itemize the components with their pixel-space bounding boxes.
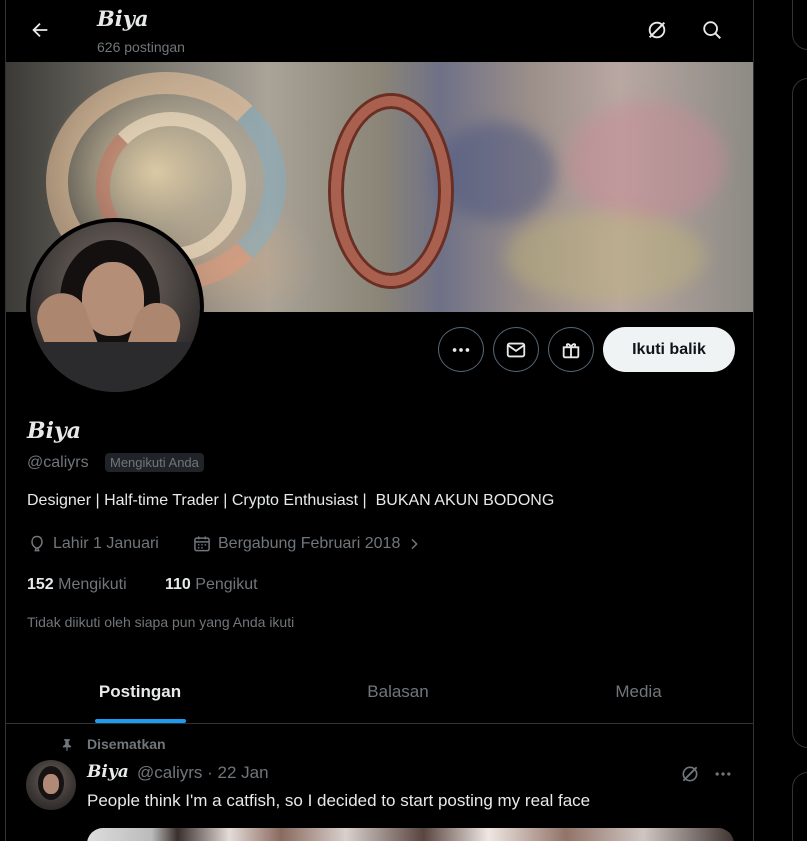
search-icon [703, 21, 721, 39]
post-avatar[interactable] [26, 760, 76, 810]
chevron-right-icon [411, 538, 419, 550]
balloon-icon [31, 535, 43, 552]
post-grok-button[interactable] [678, 762, 702, 786]
gift-icon [562, 342, 580, 358]
profile-avatar[interactable] [26, 218, 204, 396]
mirror-frame [331, 96, 451, 286]
search-button[interactable] [694, 12, 730, 48]
profile-name: Biya [27, 418, 81, 444]
profile-handle: @caliyrs [27, 454, 89, 471]
right-card-bottom [792, 772, 807, 841]
followers-link[interactable]: 110 Pengikut [165, 576, 258, 594]
back-button[interactable] [22, 12, 58, 48]
more-icon [452, 347, 470, 352]
grok-button[interactable] [639, 12, 675, 48]
tab-media[interactable]: Media [522, 660, 753, 723]
pinned-label: Disematkan [87, 736, 166, 752]
joined-text: Bergabung Februari 2018 [218, 535, 401, 552]
post-count: 626 postingan [97, 39, 185, 55]
post-author-handle-date[interactable]: @caliyrs · 22 Jan [137, 763, 269, 783]
grok-icon [648, 21, 666, 39]
more-button[interactable] [438, 327, 484, 372]
follow-back-button[interactable]: Ikuti balik [603, 327, 735, 372]
top-bar: Biya 626 postingan [6, 0, 753, 62]
joined-info[interactable]: Bergabung Februari 2018 [192, 534, 422, 554]
birthday-text: Lahir 1 Januari [53, 535, 159, 552]
arrow-left-icon [32, 22, 48, 38]
tab-postingan[interactable]: Postingan [6, 660, 274, 723]
following-count: 152 [27, 576, 54, 593]
tab-balasan[interactable]: Balasan [274, 660, 522, 723]
post-more-button[interactable] [711, 762, 735, 786]
post-text: People think I'm a catfish, so I decided… [87, 791, 591, 810]
not-followed-note: Tidak diikuti oleh siapa pun yang Anda i… [27, 614, 295, 630]
pin-icon [62, 739, 72, 751]
calendar-icon [194, 536, 210, 552]
message-button[interactable] [493, 327, 539, 372]
follows-you-badge: Mengikuti Anda [105, 453, 204, 472]
following-link[interactable]: 152 Mengikuti [27, 576, 127, 594]
grok-icon [682, 766, 698, 782]
post-media[interactable] [87, 828, 734, 841]
active-tab-indicator [95, 719, 186, 723]
post-author-name[interactable]: Biya [87, 762, 129, 782]
gift-button[interactable] [548, 327, 594, 372]
followers-label: Pengikut [195, 576, 258, 593]
header-title: Biya [97, 6, 149, 31]
birthday-info: Lahir 1 Januari [27, 534, 159, 554]
profile-bio: Designer | Half-time Trader | Crypto Ent… [27, 492, 555, 509]
right-card-top [792, 0, 807, 50]
followers-count: 110 [165, 576, 191, 593]
following-label: Mengikuti [58, 576, 127, 593]
profile-tabs: Postingan Balasan Media [6, 660, 753, 724]
mail-icon [506, 342, 526, 357]
more-icon [715, 772, 731, 776]
profile-column: Biya 626 postingan Ikuti balik Biya @cal… [5, 0, 754, 841]
right-card-middle [792, 78, 807, 748]
